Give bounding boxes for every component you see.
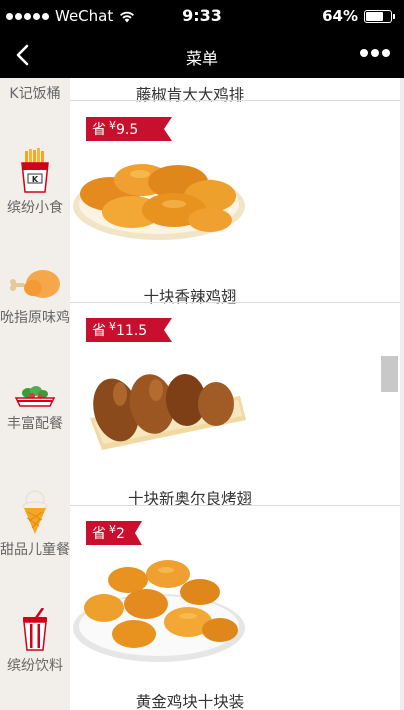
badge-label: 省 <box>92 526 106 542</box>
chicken-nuggets-photo <box>73 560 245 662</box>
sidebar-item-sides[interactable]: 丰富配餐 <box>0 384 70 435</box>
sidebar-item-label: K记饭桶 <box>9 86 61 102</box>
drink-cup-icon <box>23 608 47 651</box>
menu-item-name: 藤椒肯大大鸡排 <box>135 86 245 104</box>
sidebar-item-label: 缤纷小食 <box>7 200 63 216</box>
salad-bowl-icon <box>14 386 56 407</box>
currency-symbol: ¥ <box>109 523 116 536</box>
badge-text: 省 ¥2 <box>92 523 125 543</box>
discount-badge: 省 ¥9.5 <box>86 117 172 141</box>
category-sidebar: K记饭桶 K 缤纷小食 吮指原味鸡 丰富配餐 甜品儿童餐 缤纷饮料 <box>0 78 70 710</box>
svg-text:K: K <box>32 175 39 184</box>
fries-box-icon: K <box>21 148 49 193</box>
divider <box>70 505 400 506</box>
sidebar-item-label: 缤纷饮料 <box>7 658 63 674</box>
badge-label: 省 <box>92 323 106 339</box>
more-dots-icon[interactable] <box>360 49 390 57</box>
chicken-drumstick-icon <box>10 270 60 298</box>
menu-item-name: 黄金鸡块十块装 <box>135 693 245 710</box>
ice-cream-cone-icon <box>22 490 48 534</box>
sidebar-item-k-rice-bucket[interactable]: K记饭桶 <box>0 84 70 105</box>
divider <box>70 302 400 303</box>
sidebar-item-label: 丰富配餐 <box>7 416 63 432</box>
sidebar-item-desserts-kids[interactable]: 甜品儿童餐 <box>0 488 70 561</box>
divider <box>70 100 400 101</box>
discount-badge: 省 ¥2 <box>86 521 142 545</box>
battery-percent: 64% <box>322 7 358 25</box>
currency-symbol: ¥ <box>109 119 116 132</box>
scroll-track <box>400 78 404 710</box>
saving-amount: 9.5 <box>116 122 139 138</box>
discount-badge: 省 ¥11.5 <box>86 318 172 342</box>
sidebar-item-snacks[interactable]: K 缤纷小食 <box>0 148 70 219</box>
status-right: 64% <box>322 7 395 25</box>
scrollbar-thumb[interactable] <box>381 356 398 392</box>
spicy-wings-photo <box>73 164 245 240</box>
badge-text: 省 ¥11.5 <box>92 320 147 340</box>
status-bar: WeChat 9:33 64% <box>0 0 404 32</box>
currency-symbol: ¥ <box>109 320 116 333</box>
sidebar-item-label: 吮指原味鸡 <box>0 310 70 326</box>
saving-amount: 2 <box>116 526 125 542</box>
orleans-wings-photo <box>90 374 246 450</box>
badge-label: 省 <box>92 122 106 138</box>
menu-item-name: 十块香辣鸡翅 <box>143 288 237 306</box>
page-title: 菜单 <box>185 49 218 68</box>
sidebar-item-original-chicken[interactable]: 吮指原味鸡 <box>0 264 70 329</box>
nav-bar: 菜单 <box>0 32 404 78</box>
badge-text: 省 ¥9.5 <box>92 119 138 139</box>
battery-icon <box>364 9 395 23</box>
sidebar-item-drinks[interactable]: 缤纷饮料 <box>0 608 70 677</box>
menu-list: 藤椒肯大大鸡排 省 ¥9.5 十块香辣鸡翅 省 ¥11.5 十块新奥尔良烤翅 省… <box>70 78 400 710</box>
saving-amount: 11.5 <box>116 323 148 339</box>
sidebar-item-label: 甜品儿童餐 <box>0 542 70 558</box>
